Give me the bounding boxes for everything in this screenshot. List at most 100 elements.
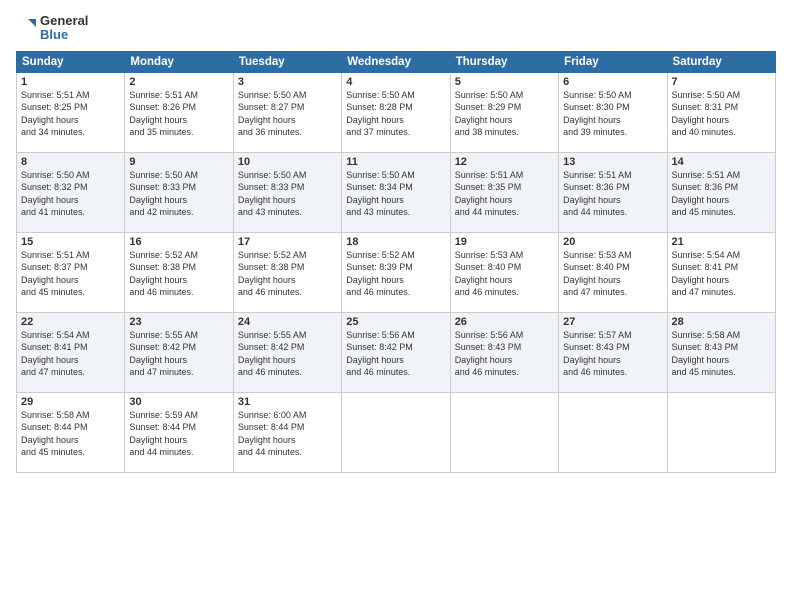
- calendar-cell: 26 Sunrise: 5:56 AMSunset: 8:43 PMDaylig…: [450, 312, 558, 392]
- header: General Blue: [16, 10, 776, 43]
- weekday-header-saturday: Saturday: [667, 51, 775, 72]
- day-number: 15: [21, 236, 120, 248]
- day-info: Sunrise: 5:54 AMSunset: 8:41 PMDaylight …: [21, 330, 90, 378]
- weekday-header-sunday: Sunday: [17, 51, 125, 72]
- calendar-cell: 28 Sunrise: 5:58 AMSunset: 8:43 PMDaylig…: [667, 312, 775, 392]
- weekday-header-wednesday: Wednesday: [342, 51, 450, 72]
- calendar-cell: 11 Sunrise: 5:50 AMSunset: 8:34 PMDaylig…: [342, 152, 450, 232]
- day-info: Sunrise: 5:53 AMSunset: 8:40 PMDaylight …: [455, 250, 524, 298]
- calendar-cell: [667, 392, 775, 472]
- day-info: Sunrise: 5:50 AMSunset: 8:31 PMDaylight …: [672, 90, 741, 138]
- calendar-cell: 6 Sunrise: 5:50 AMSunset: 8:30 PMDayligh…: [559, 72, 667, 152]
- calendar-cell: 27 Sunrise: 5:57 AMSunset: 8:43 PMDaylig…: [559, 312, 667, 392]
- day-number: 2: [129, 76, 228, 88]
- weekday-header-friday: Friday: [559, 51, 667, 72]
- day-number: 17: [238, 236, 337, 248]
- day-info: Sunrise: 5:51 AMSunset: 8:36 PMDaylight …: [672, 170, 741, 218]
- calendar-cell: 13 Sunrise: 5:51 AMSunset: 8:36 PMDaylig…: [559, 152, 667, 232]
- day-number: 13: [563, 156, 662, 168]
- calendar-cell: 20 Sunrise: 5:53 AMSunset: 8:40 PMDaylig…: [559, 232, 667, 312]
- logo-text-block: General Blue: [16, 14, 88, 43]
- day-number: 18: [346, 236, 445, 248]
- calendar-body: 1 Sunrise: 5:51 AMSunset: 8:25 PMDayligh…: [17, 72, 776, 472]
- calendar-cell: 29 Sunrise: 5:58 AMSunset: 8:44 PMDaylig…: [17, 392, 125, 472]
- day-number: 5: [455, 76, 554, 88]
- calendar-cell: 3 Sunrise: 5:50 AMSunset: 8:27 PMDayligh…: [233, 72, 341, 152]
- calendar-cell: 21 Sunrise: 5:54 AMSunset: 8:41 PMDaylig…: [667, 232, 775, 312]
- day-number: 24: [238, 316, 337, 328]
- calendar-cell: 23 Sunrise: 5:55 AMSunset: 8:42 PMDaylig…: [125, 312, 233, 392]
- logo: General Blue: [16, 14, 88, 43]
- calendar-cell: 22 Sunrise: 5:54 AMSunset: 8:41 PMDaylig…: [17, 312, 125, 392]
- calendar-cell: 14 Sunrise: 5:51 AMSunset: 8:36 PMDaylig…: [667, 152, 775, 232]
- day-number: 19: [455, 236, 554, 248]
- weekday-header-tuesday: Tuesday: [233, 51, 341, 72]
- day-info: Sunrise: 5:55 AMSunset: 8:42 PMDaylight …: [238, 330, 307, 378]
- day-info: Sunrise: 5:51 AMSunset: 8:36 PMDaylight …: [563, 170, 632, 218]
- calendar-week-5: 29 Sunrise: 5:58 AMSunset: 8:44 PMDaylig…: [17, 392, 776, 472]
- weekday-header-monday: Monday: [125, 51, 233, 72]
- calendar-cell: 15 Sunrise: 5:51 AMSunset: 8:37 PMDaylig…: [17, 232, 125, 312]
- day-number: 26: [455, 316, 554, 328]
- day-info: Sunrise: 5:51 AMSunset: 8:35 PMDaylight …: [455, 170, 524, 218]
- day-info: Sunrise: 5:50 AMSunset: 8:33 PMDaylight …: [129, 170, 198, 218]
- day-number: 7: [672, 76, 771, 88]
- day-number: 9: [129, 156, 228, 168]
- day-number: 14: [672, 156, 771, 168]
- day-number: 3: [238, 76, 337, 88]
- day-number: 1: [21, 76, 120, 88]
- day-number: 20: [563, 236, 662, 248]
- day-info: Sunrise: 5:51 AMSunset: 8:25 PMDaylight …: [21, 90, 90, 138]
- calendar-cell: 31 Sunrise: 6:00 AMSunset: 8:44 PMDaylig…: [233, 392, 341, 472]
- calendar-week-4: 22 Sunrise: 5:54 AMSunset: 8:41 PMDaylig…: [17, 312, 776, 392]
- day-info: Sunrise: 5:50 AMSunset: 8:30 PMDaylight …: [563, 90, 632, 138]
- day-info: Sunrise: 5:58 AMSunset: 8:43 PMDaylight …: [672, 330, 741, 378]
- calendar-table: SundayMondayTuesdayWednesdayThursdayFrid…: [16, 51, 776, 473]
- day-number: 25: [346, 316, 445, 328]
- day-info: Sunrise: 5:50 AMSunset: 8:27 PMDaylight …: [238, 90, 307, 138]
- day-number: 23: [129, 316, 228, 328]
- calendar-cell: 10 Sunrise: 5:50 AMSunset: 8:33 PMDaylig…: [233, 152, 341, 232]
- calendar-cell: 4 Sunrise: 5:50 AMSunset: 8:28 PMDayligh…: [342, 72, 450, 152]
- day-info: Sunrise: 5:50 AMSunset: 8:34 PMDaylight …: [346, 170, 415, 218]
- calendar-cell: 24 Sunrise: 5:55 AMSunset: 8:42 PMDaylig…: [233, 312, 341, 392]
- day-number: 10: [238, 156, 337, 168]
- day-info: Sunrise: 5:52 AMSunset: 8:38 PMDaylight …: [129, 250, 198, 298]
- day-info: Sunrise: 5:54 AMSunset: 8:41 PMDaylight …: [672, 250, 741, 298]
- calendar-week-3: 15 Sunrise: 5:51 AMSunset: 8:37 PMDaylig…: [17, 232, 776, 312]
- day-number: 6: [563, 76, 662, 88]
- day-number: 11: [346, 156, 445, 168]
- day-number: 31: [238, 396, 337, 408]
- day-number: 29: [21, 396, 120, 408]
- calendar-cell: [559, 392, 667, 472]
- calendar-cell: 2 Sunrise: 5:51 AMSunset: 8:26 PMDayligh…: [125, 72, 233, 152]
- calendar-week-2: 8 Sunrise: 5:50 AMSunset: 8:32 PMDayligh…: [17, 152, 776, 232]
- calendar-cell: 12 Sunrise: 5:51 AMSunset: 8:35 PMDaylig…: [450, 152, 558, 232]
- calendar-cell: 7 Sunrise: 5:50 AMSunset: 8:31 PMDayligh…: [667, 72, 775, 152]
- day-number: 16: [129, 236, 228, 248]
- weekday-header-thursday: Thursday: [450, 51, 558, 72]
- day-number: 30: [129, 396, 228, 408]
- calendar-cell: 16 Sunrise: 5:52 AMSunset: 8:38 PMDaylig…: [125, 232, 233, 312]
- day-info: Sunrise: 5:57 AMSunset: 8:43 PMDaylight …: [563, 330, 632, 378]
- day-info: Sunrise: 5:58 AMSunset: 8:44 PMDaylight …: [21, 410, 90, 458]
- day-info: Sunrise: 5:50 AMSunset: 8:32 PMDaylight …: [21, 170, 90, 218]
- day-number: 4: [346, 76, 445, 88]
- calendar-cell: 25 Sunrise: 5:56 AMSunset: 8:42 PMDaylig…: [342, 312, 450, 392]
- day-info: Sunrise: 5:56 AMSunset: 8:42 PMDaylight …: [346, 330, 415, 378]
- calendar-cell: 19 Sunrise: 5:53 AMSunset: 8:40 PMDaylig…: [450, 232, 558, 312]
- day-info: Sunrise: 5:55 AMSunset: 8:42 PMDaylight …: [129, 330, 198, 378]
- day-number: 21: [672, 236, 771, 248]
- day-info: Sunrise: 5:50 AMSunset: 8:33 PMDaylight …: [238, 170, 307, 218]
- calendar-cell: 8 Sunrise: 5:50 AMSunset: 8:32 PMDayligh…: [17, 152, 125, 232]
- logo-text: General Blue: [40, 14, 88, 43]
- calendar-cell: 1 Sunrise: 5:51 AMSunset: 8:25 PMDayligh…: [17, 72, 125, 152]
- calendar-cell: 18 Sunrise: 5:52 AMSunset: 8:39 PMDaylig…: [342, 232, 450, 312]
- calendar-cell: [450, 392, 558, 472]
- day-info: Sunrise: 5:50 AMSunset: 8:28 PMDaylight …: [346, 90, 415, 138]
- calendar-cell: 17 Sunrise: 5:52 AMSunset: 8:38 PMDaylig…: [233, 232, 341, 312]
- page: General Blue SundayMondayTuesdayWednesda…: [0, 0, 792, 612]
- day-info: Sunrise: 5:59 AMSunset: 8:44 PMDaylight …: [129, 410, 198, 458]
- day-number: 27: [563, 316, 662, 328]
- day-number: 12: [455, 156, 554, 168]
